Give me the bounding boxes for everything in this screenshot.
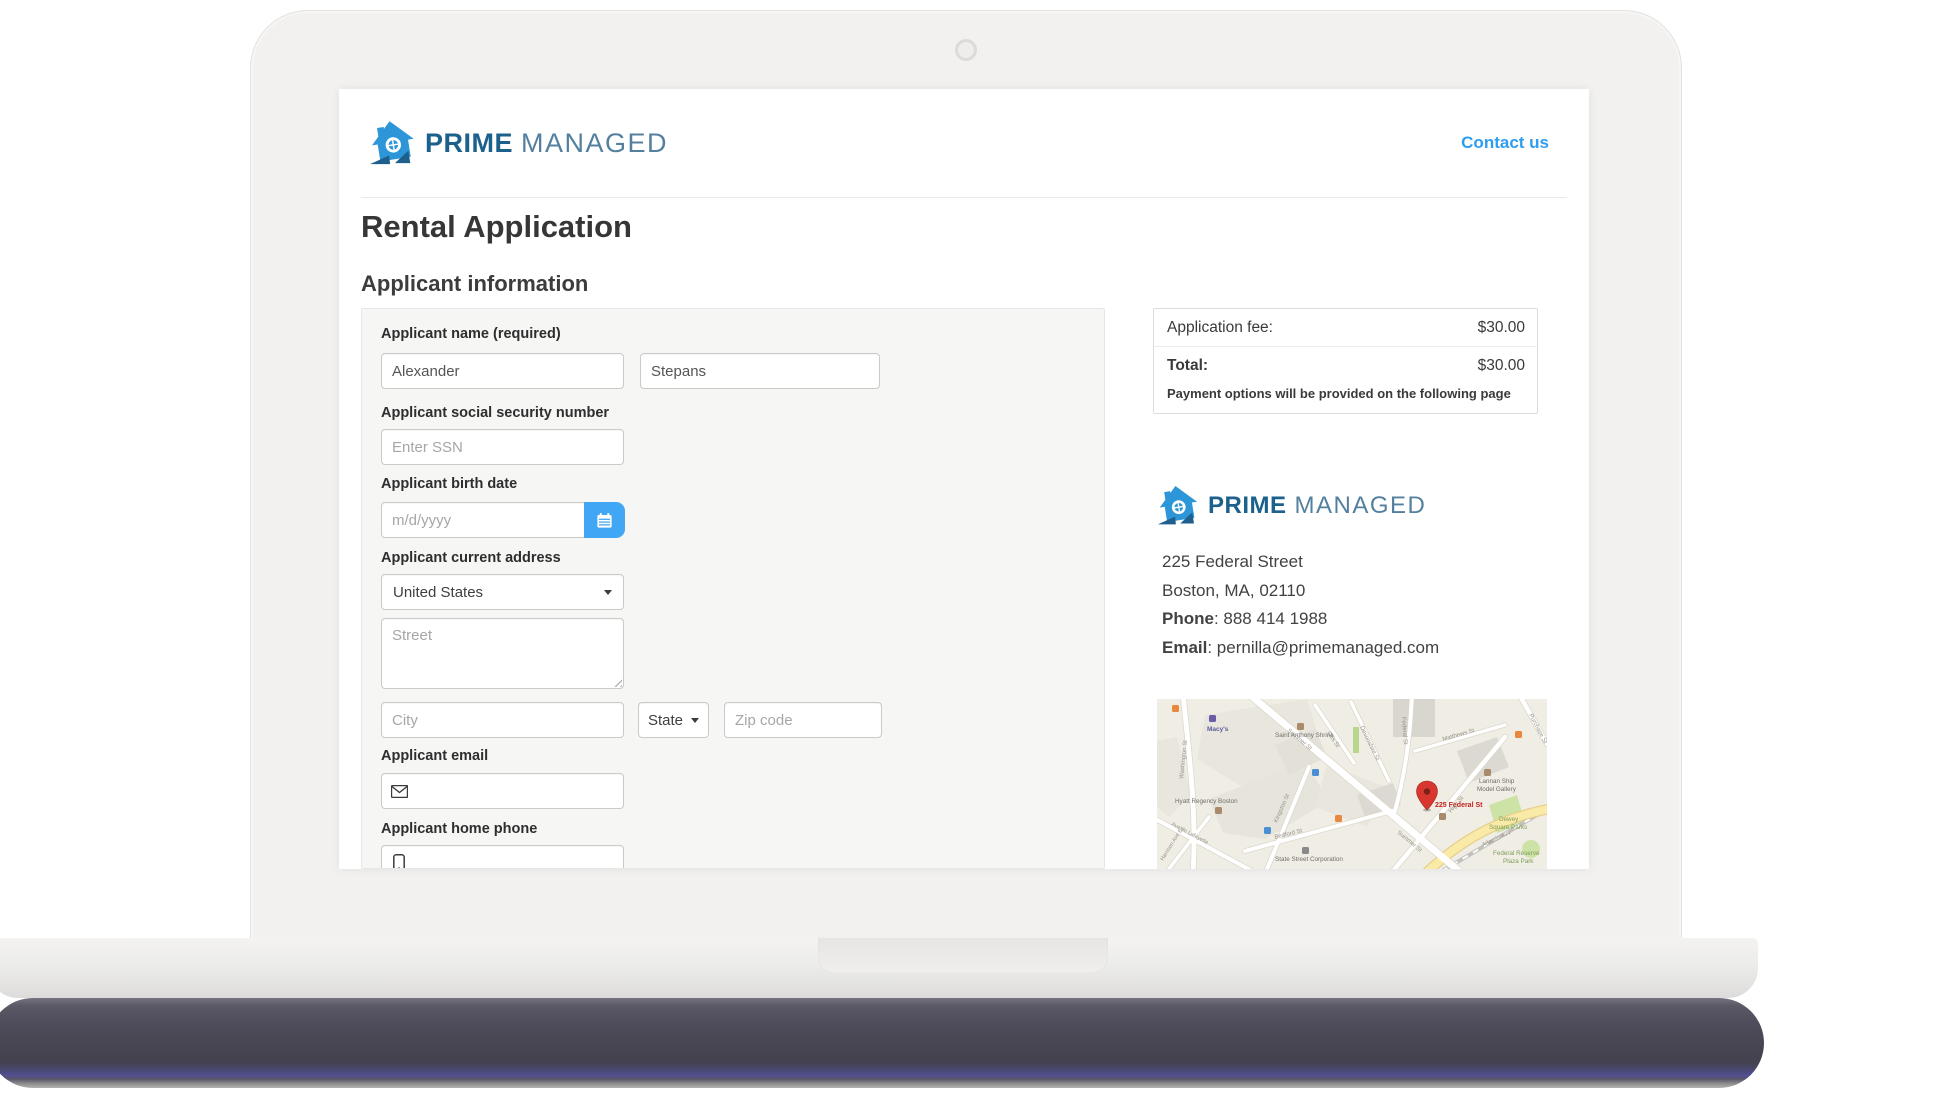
last-name-input[interactable] bbox=[640, 353, 880, 389]
map-label: Hyatt Regency Boston bbox=[1175, 798, 1238, 805]
map-label: Macy's bbox=[1207, 726, 1229, 733]
header-divider bbox=[361, 197, 1567, 198]
birth-date-label: Applicant birth date bbox=[381, 476, 518, 492]
total-row: Total: $30.00 bbox=[1154, 346, 1537, 384]
map-poi-museum-icon bbox=[1484, 769, 1491, 776]
brand-managed: MANAGED bbox=[521, 127, 669, 158]
map-poi-transit-icon bbox=[1264, 827, 1271, 834]
laptop-base-notch bbox=[818, 938, 1108, 974]
map-label: Federal Reserve bbox=[1493, 850, 1540, 857]
ssn-input[interactable] bbox=[381, 429, 624, 465]
map-poi-restaurant-icon bbox=[1172, 705, 1179, 712]
page-title: Rental Application bbox=[361, 209, 632, 244]
map-svg: 225 Federal StMacy'sSaint Anthony Shrine… bbox=[1157, 699, 1547, 869]
zip-code-input[interactable] bbox=[724, 702, 882, 738]
brand-managed: MANAGED bbox=[1294, 491, 1427, 519]
map-label: Plaza Park bbox=[1503, 858, 1534, 865]
country-select-value: United States bbox=[393, 583, 484, 601]
payment-options-note: Payment options will be provided on the … bbox=[1167, 386, 1511, 401]
state-select-value: State bbox=[648, 711, 684, 729]
state-select[interactable]: State bbox=[638, 702, 709, 738]
section-title: Applicant information bbox=[361, 271, 589, 296]
brand-logo: PRIME MANAGED bbox=[369, 119, 668, 167]
office-contact-block: 225 Federal Street Boston, MA, 02110 Pho… bbox=[1162, 548, 1439, 662]
calendar-icon bbox=[597, 512, 612, 528]
email-input[interactable] bbox=[381, 773, 624, 809]
map-poi-landmark-icon bbox=[1297, 723, 1304, 730]
sidebar: Application fee: $30.00 Total: $30.00 Pa… bbox=[1153, 308, 1547, 869]
page-header: PRIME MANAGED Contact us bbox=[339, 89, 1589, 197]
application-fee-label: Application fee: bbox=[1167, 319, 1273, 336]
webcam-icon bbox=[955, 39, 977, 61]
application-fee-row: Application fee: $30.00 bbox=[1154, 309, 1537, 346]
current-address-label: Applicant current address bbox=[381, 550, 561, 566]
map-poi-transit-icon bbox=[1312, 769, 1319, 776]
map-label: Dewey bbox=[1499, 816, 1519, 823]
ssn-label: Applicant social security number bbox=[381, 405, 610, 421]
country-select[interactable]: United States bbox=[381, 574, 624, 610]
office-phone-line: Phone: 888 414 1988 bbox=[1162, 605, 1439, 634]
location-map[interactable]: 225 Federal St Macy's Saint Anthony Shrine… bbox=[1157, 699, 1547, 869]
map-poi-museum-icon bbox=[1439, 813, 1446, 820]
map-poi-shopping-icon bbox=[1209, 715, 1216, 722]
applicant-form-panel: Applicant name (required) Applicant soci… bbox=[361, 308, 1105, 869]
office-email-line: Email: pernilla@primemanaged.com bbox=[1162, 634, 1439, 663]
total-label: Total: bbox=[1167, 357, 1209, 374]
house-logo-icon bbox=[369, 121, 414, 165]
chevron-down-icon bbox=[691, 717, 699, 723]
office-email-value: : pernilla@primemanaged.com bbox=[1207, 637, 1440, 657]
office-address-line1: 225 Federal Street bbox=[1162, 552, 1303, 571]
street-textarea[interactable] bbox=[381, 618, 624, 689]
map-poi-office-icon bbox=[1302, 847, 1309, 854]
office-email-label: Email bbox=[1162, 637, 1208, 657]
screenshot-canvas: PRIME MANAGED Contact us Rental Applicati… bbox=[0, 0, 1953, 1119]
map-poi-hotel-icon bbox=[1215, 807, 1222, 814]
laptop-bezel: PRIME MANAGED Contact us Rental Applicati… bbox=[250, 10, 1682, 941]
house-logo-icon bbox=[1157, 485, 1198, 525]
total-amount: $30.00 bbox=[1477, 357, 1525, 374]
office-phone-label: Phone bbox=[1162, 609, 1214, 628]
map-label: Model Gallery bbox=[1477, 786, 1517, 793]
laptop-shadow bbox=[0, 998, 1764, 1088]
map-label: Lannan Ship bbox=[1479, 778, 1515, 785]
calendar-button[interactable] bbox=[584, 502, 625, 538]
map-label: State Street Corporation bbox=[1275, 856, 1343, 863]
office-brand-logo: PRIME MANAGED bbox=[1157, 484, 1426, 527]
fee-summary: Application fee: $30.00 Total: $30.00 Pa… bbox=[1153, 308, 1538, 414]
chevron-down-icon bbox=[604, 589, 612, 595]
laptop-base bbox=[0, 938, 1758, 998]
applicant-name-label: Applicant name (required) bbox=[381, 326, 561, 342]
brand-prime: PRIME bbox=[1208, 491, 1287, 519]
map-poi-restaurant-icon bbox=[1515, 731, 1522, 738]
brand-prime: PRIME bbox=[425, 127, 514, 158]
home-phone-input[interactable] bbox=[381, 845, 624, 868]
home-phone-label: Applicant home phone bbox=[381, 821, 538, 837]
map-poi-restaurant-icon bbox=[1335, 815, 1342, 822]
browser-page: PRIME MANAGED Contact us Rental Applicati… bbox=[339, 89, 1589, 869]
contact-us-link[interactable]: Contact us bbox=[1461, 133, 1549, 153]
applicant-email-label: Applicant email bbox=[381, 748, 489, 764]
application-fee-amount: $30.00 bbox=[1477, 319, 1525, 336]
office-address-line2: Boston, MA, 02110 bbox=[1162, 580, 1306, 600]
birth-date-input[interactable] bbox=[381, 502, 585, 538]
city-input[interactable] bbox=[381, 702, 624, 738]
office-phone-value: : 888 414 1988 bbox=[1213, 609, 1328, 628]
first-name-input[interactable] bbox=[381, 353, 624, 389]
